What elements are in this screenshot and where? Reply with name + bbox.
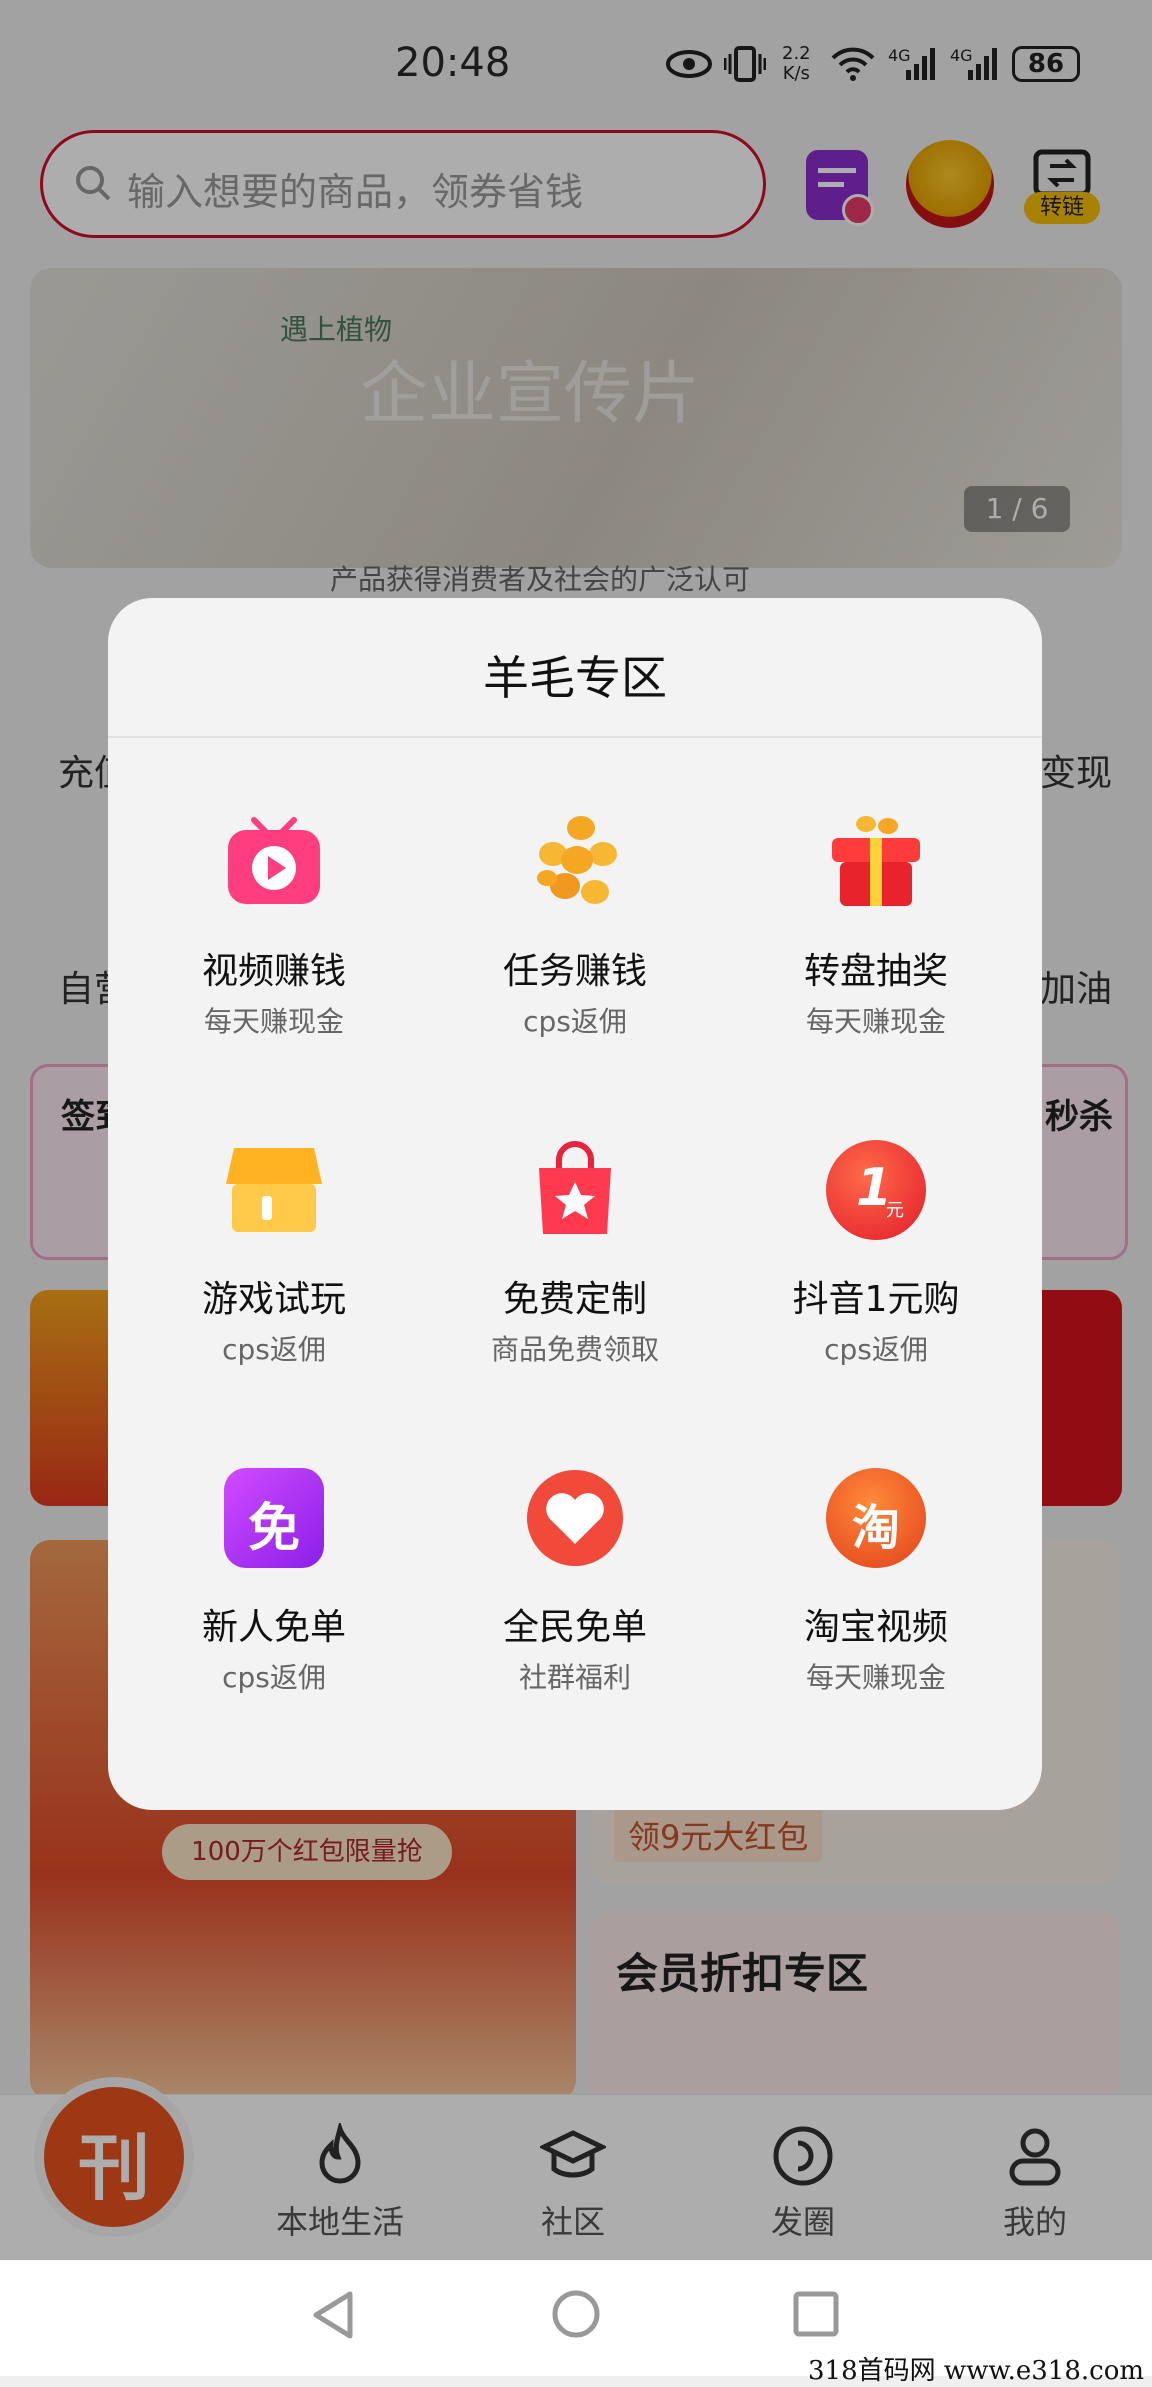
gift-box-icon: [832, 816, 920, 906]
item-label: 游戏试玩: [201, 1279, 346, 1320]
home-circle-icon[interactable]: [550, 2288, 602, 2340]
system-nav-bar: 318首码网 www.e318.com: [0, 2260, 1152, 2386]
item-video-earn[interactable]: 视频赚钱 每天赚现金: [132, 812, 416, 1072]
shopping-bag-star-icon: [539, 1141, 611, 1234]
item-label: 视频赚钱: [201, 951, 346, 992]
heart-icon: [527, 1470, 623, 1566]
item-wheel-draw[interactable]: 转盘抽奖 每天赚现金: [734, 812, 1018, 1072]
item-sub: cps返佣: [523, 1005, 627, 1038]
item-sub: 每天赚现金: [203, 1005, 344, 1038]
free-badge-icon: 免: [224, 1468, 324, 1568]
gold-coins-icon: [537, 816, 617, 904]
dialog-divider: [108, 736, 1042, 738]
back-icon[interactable]: [308, 2288, 358, 2342]
item-newbie-free[interactable]: 免 新人免单 cps返佣: [132, 1468, 416, 1728]
item-label: 全民免单: [502, 1607, 647, 1648]
item-sub: cps返佣: [222, 1661, 326, 1694]
one-yuan-icon: 1 元: [826, 1140, 926, 1240]
free-glyph: 免: [247, 1499, 300, 1559]
item-game-trial[interactable]: 游戏试玩 cps返佣: [132, 1140, 416, 1400]
wool-zone-dialog: 羊毛专区 视频赚钱 每天赚现金 任务赚钱 cps返佣 转盘抽奖 每天赚现金 游戏…: [108, 598, 1042, 1810]
item-all-free[interactable]: 全民免单 社群福利: [433, 1468, 717, 1728]
item-sub: cps返佣: [222, 1333, 326, 1366]
recent-apps-icon[interactable]: [792, 2290, 840, 2338]
item-sub: 社群福利: [518, 1661, 631, 1694]
dialog-title: 羊毛专区: [483, 651, 667, 705]
one-yuan-unit: 元: [886, 1200, 904, 1221]
item-douyin-1yuan[interactable]: 1 元 抖音1元购 cps返佣: [734, 1140, 1018, 1400]
item-taobao-video[interactable]: 淘 淘宝视频 每天赚现金: [734, 1468, 1018, 1728]
shop-store-icon: [226, 1148, 322, 1232]
item-label: 任务赚钱: [502, 951, 647, 992]
item-label: 新人免单: [201, 1607, 346, 1648]
item-label: 免费定制: [502, 1279, 647, 1320]
site-watermark: 318首码网 www.e318.com: [808, 2356, 1144, 2386]
item-label: 转盘抽奖: [803, 951, 948, 992]
item-free-custom[interactable]: 免费定制 商品免费领取: [433, 1140, 717, 1400]
taobao-glyph: 淘: [851, 1500, 900, 1556]
taobao-icon: 淘: [826, 1468, 926, 1568]
item-task-earn[interactable]: 任务赚钱 cps返佣: [433, 812, 717, 1072]
item-sub: 每天赚现金: [805, 1661, 946, 1694]
item-sub: cps返佣: [824, 1333, 928, 1366]
item-sub: 每天赚现金: [805, 1005, 946, 1038]
video-tv-icon: [228, 817, 320, 904]
item-label: 抖音1元购: [792, 1279, 960, 1320]
item-sub: 商品免费领取: [490, 1333, 659, 1366]
item-label: 淘宝视频: [803, 1607, 948, 1648]
